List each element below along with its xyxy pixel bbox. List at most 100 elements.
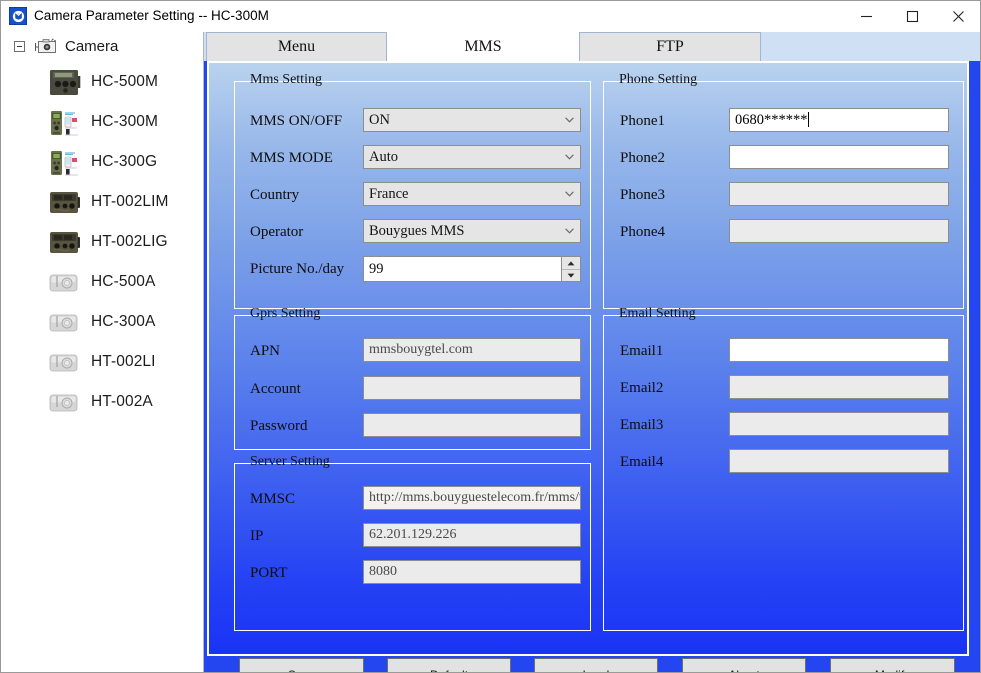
password-label: Password [250, 418, 308, 434]
tree-item-label: HC-300G [91, 153, 158, 170]
minimize-button[interactable] [843, 1, 889, 31]
mms-setting-group: Mms Setting MMS ON/OFF ON MMS MODE Auto [234, 72, 591, 309]
camera-thumb-hc300g-icon [51, 150, 78, 175]
email-setting-title: Email Setting [619, 306, 696, 321]
picture-per-day-value: 99 [369, 261, 384, 277]
tab-mms[interactable]: MMS [387, 32, 579, 61]
email1-field[interactable] [729, 338, 949, 362]
email4-field[interactable] [729, 449, 949, 473]
email3-label: Email3 [620, 417, 664, 433]
tree-item-label: HT-002LI [91, 353, 156, 370]
camera-app-icon [9, 7, 27, 25]
mmsc-field[interactable]: http://mms.bouyguestelecom.fr/mms/v [363, 486, 581, 510]
tree-item-ht-002li[interactable]: HT-002LI [2, 342, 203, 382]
apn-field[interactable]: mmsbouygtel.com [363, 338, 581, 362]
phone3-field[interactable] [729, 182, 949, 206]
operator-value: Bouygues MMS [369, 223, 465, 239]
stepper-buttons[interactable] [561, 257, 580, 281]
about-button[interactable]: About [682, 658, 806, 672]
server-setting-group: Server Setting MMSC http://mms.bouyguest… [234, 454, 591, 631]
chevron-down-icon [565, 228, 574, 234]
mms-tab-panel: Mms Setting MMS ON/OFF ON MMS MODE Auto [207, 61, 969, 656]
tree-item-ht-002lim[interactable]: HT-002LIM [2, 182, 203, 222]
port-field[interactable]: 8080 [363, 560, 581, 584]
phone-setting-group: Phone Setting Phone1 0680****** Phone2 P… [603, 72, 964, 309]
collapse-toggle-icon[interactable] [14, 40, 25, 52]
tree-root-camera[interactable]: Camera [2, 32, 203, 60]
camera-thumb-ht002lig-icon [50, 231, 80, 253]
close-button[interactable] [935, 1, 980, 31]
email3-field[interactable] [729, 412, 949, 436]
phone1-label: Phone1 [620, 113, 665, 129]
save-button[interactable]: Save [239, 658, 364, 672]
tree-item-hc-300g[interactable]: HC-300G [2, 142, 203, 182]
tree-item-ht-002a[interactable]: HT-002A [2, 382, 203, 422]
password-field[interactable] [363, 413, 581, 437]
camera-thumb-hc300m-icon [51, 110, 78, 135]
ip-label: IP [250, 528, 264, 544]
tree-item-ht-002lig[interactable]: HT-002LIG [2, 222, 203, 262]
tree-item-hc-300m[interactable]: HC-300M [2, 102, 203, 142]
mms-onoff-value: ON [369, 112, 390, 128]
camera-thumb-hc500m-icon [50, 69, 81, 95]
tree-item-label: HC-500M [91, 73, 159, 90]
phone1-field[interactable]: 0680****** [729, 108, 949, 132]
operator-combo[interactable]: Bouygues MMS [363, 219, 581, 243]
tree-item-label: HC-300M [91, 113, 159, 130]
tree-item-label: HT-002LIG [91, 233, 168, 250]
operator-label: Operator [250, 224, 304, 240]
window-title: Camera Parameter Setting -- HC-300M [34, 8, 269, 23]
tab-ftp[interactable]: FTP [579, 32, 761, 61]
tree-item-label: HT-002A [91, 393, 153, 410]
camera-root-icon [35, 38, 56, 53]
camera-thumb-ht002a-icon [49, 394, 78, 411]
phone4-field[interactable] [729, 219, 949, 243]
tab-strip: Menu MMS FTP [204, 32, 980, 61]
phone2-field[interactable] [729, 145, 949, 169]
phone1-value: 0680****** [735, 112, 808, 128]
modify-button[interactable]: Modify [830, 658, 955, 672]
picture-per-day-stepper[interactable]: 99 [363, 256, 581, 282]
email2-field[interactable] [729, 375, 949, 399]
stepper-down-icon[interactable] [562, 269, 580, 281]
tab-menu[interactable]: Menu [206, 32, 387, 61]
tree-item-hc-500a[interactable]: HC-500A [2, 262, 203, 302]
gprs-setting-group: Gprs Setting APN mmsbouygtel.com Account… [234, 306, 591, 450]
main-content: Menu MMS FTP Mms Setting MMS ON/OFF ON M… [204, 32, 980, 672]
mms-mode-combo[interactable]: Auto [363, 145, 581, 169]
camera-thumb-ht002lim-icon [50, 191, 80, 213]
load-button[interactable]: Load [534, 658, 658, 672]
mms-mode-label: MMS MODE [250, 150, 333, 166]
server-setting-title: Server Setting [250, 454, 330, 469]
phone3-label: Phone3 [620, 187, 665, 203]
default-button[interactable]: Default [387, 658, 511, 672]
camera-thumb-hc500a-icon [49, 274, 78, 291]
camera-thumb-ht002li-icon [49, 354, 78, 371]
country-value: France [369, 186, 409, 202]
camera-thumb-hc300a-icon [49, 314, 78, 331]
application-window: Camera Parameter Setting -- HC-300M Came… [0, 0, 981, 673]
tree-item-hc-500m[interactable]: HC-500M [2, 62, 203, 102]
chevron-down-icon [565, 191, 574, 197]
tree-item-label: HC-500A [91, 273, 156, 290]
tree-item-hc-300a[interactable]: HC-300A [2, 302, 203, 342]
phone-setting-title: Phone Setting [619, 72, 698, 87]
camera-tree-sidebar[interactable]: Camera HC-500M HC-300M HC-300G HT-002LIM… [2, 32, 204, 672]
maximize-button[interactable] [889, 1, 935, 31]
apn-label: APN [250, 343, 281, 359]
chevron-down-icon [565, 154, 574, 160]
mms-setting-title: Mms Setting [250, 72, 322, 87]
chevron-down-icon [565, 117, 574, 123]
mms-onoff-combo[interactable]: ON [363, 108, 581, 132]
tree-item-label: HT-002LIM [91, 193, 169, 210]
text-caret [807, 112, 809, 127]
account-field[interactable] [363, 376, 581, 400]
mmsc-label: MMSC [250, 491, 296, 507]
country-combo[interactable]: France [363, 182, 581, 206]
account-label: Account [250, 381, 301, 397]
email4-label: Email4 [620, 454, 664, 470]
ip-field[interactable]: 62.201.129.226 [363, 523, 581, 547]
email-setting-group: Email Setting Email1 Email2 Email3 Email… [603, 306, 964, 631]
title-bar: Camera Parameter Setting -- HC-300M [1, 1, 980, 32]
email1-label: Email1 [620, 343, 664, 359]
